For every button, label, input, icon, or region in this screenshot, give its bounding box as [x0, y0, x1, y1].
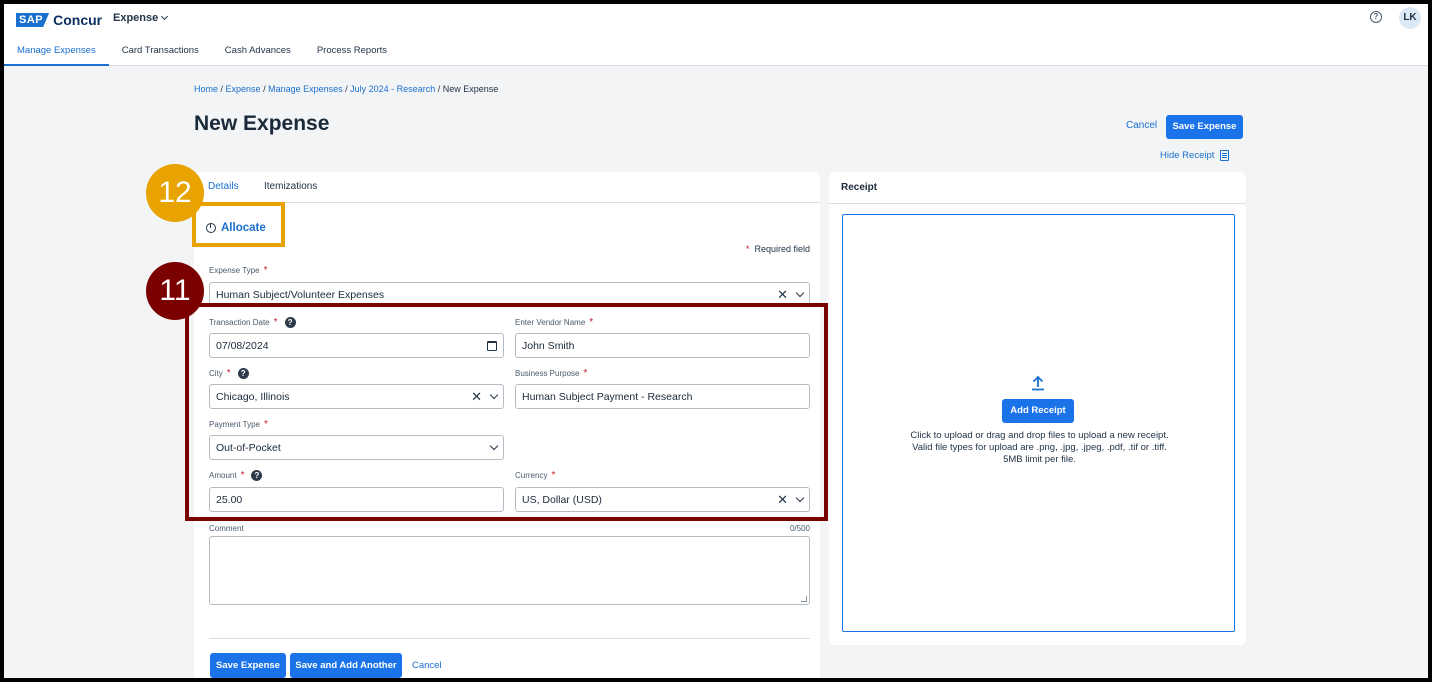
- save-and-add-another-button[interactable]: Save and Add Another: [290, 653, 402, 678]
- expense-type-label: Expense Type *: [209, 265, 268, 276]
- breadcrumb: Home / Expense / Manage Expenses / July …: [194, 84, 499, 94]
- hide-receipt-label: Hide Receipt: [1160, 150, 1215, 161]
- page-title: New Expense: [194, 112, 330, 135]
- top-bar: SAP Concur Expense ? LK Manage Expenses …: [4, 4, 1428, 66]
- app-window: SAP Concur Expense ? LK Manage Expenses …: [4, 4, 1428, 678]
- concur-logo[interactable]: SAP Concur: [16, 12, 102, 28]
- breadcrumb-home[interactable]: Home: [194, 84, 218, 94]
- add-receipt-button[interactable]: Add Receipt: [1002, 399, 1074, 423]
- save-expense-button-bottom[interactable]: Save Expense: [210, 653, 286, 678]
- receipt-dropzone[interactable]: Add Receipt Click to upload or drag and …: [842, 214, 1235, 632]
- nav-cash-advances[interactable]: Cash Advances: [212, 42, 304, 66]
- required-field-note: * Required field: [745, 244, 810, 254]
- breadcrumb-manage-expenses[interactable]: Manage Expenses: [268, 84, 343, 94]
- tab-bar: Details Itemizations: [194, 172, 820, 203]
- receipt-card: Receipt Add Receipt Click to upload or d…: [829, 172, 1246, 645]
- cancel-link[interactable]: Cancel: [1126, 120, 1157, 131]
- callout-number-12: 12: [146, 164, 204, 222]
- upload-instructions: Click to upload or drag and drop files t…: [910, 430, 1169, 465]
- resize-handle-icon[interactable]: [801, 596, 807, 602]
- callout-highlight-fields: [185, 303, 828, 521]
- comment-label: Comment: [209, 524, 244, 533]
- help-icon[interactable]: ?: [1370, 11, 1382, 23]
- sap-logo: SAP: [16, 13, 50, 27]
- main-nav: Manage Expenses Card Transactions Cash A…: [4, 42, 400, 66]
- chevron-down-icon: [161, 12, 169, 21]
- tab-itemizations[interactable]: Itemizations: [264, 181, 317, 192]
- receipt-icon: [1220, 150, 1230, 161]
- chevron-down-icon[interactable]: [795, 288, 805, 298]
- hide-receipt-link[interactable]: Hide Receipt: [1160, 150, 1230, 161]
- app-switcher[interactable]: Expense: [113, 12, 169, 24]
- user-avatar[interactable]: LK: [1399, 7, 1421, 29]
- clear-icon[interactable]: ✕: [777, 288, 788, 301]
- nav-process-reports[interactable]: Process Reports: [304, 42, 400, 66]
- tab-details[interactable]: Details: [208, 181, 239, 192]
- comment-textarea[interactable]: [209, 536, 810, 605]
- breadcrumb-expense[interactable]: Expense: [226, 84, 261, 94]
- breadcrumb-report[interactable]: July 2024 - Research: [350, 84, 435, 94]
- divider: [209, 638, 810, 639]
- nav-card-transactions[interactable]: Card Transactions: [109, 42, 212, 66]
- breadcrumb-current: New Expense: [442, 84, 499, 94]
- upload-icon: [1032, 375, 1044, 391]
- callout-highlight-allocate: [192, 202, 285, 247]
- receipt-title: Receipt: [841, 182, 878, 193]
- comment-counter: 0/500: [789, 524, 810, 533]
- nav-manage-expenses[interactable]: Manage Expenses: [4, 42, 109, 66]
- save-expense-button[interactable]: Save Expense: [1166, 115, 1243, 139]
- cancel-link-bottom[interactable]: Cancel: [412, 660, 442, 671]
- callout-number-11: 11: [146, 262, 204, 320]
- app-switcher-label: Expense: [113, 12, 159, 24]
- divider: [829, 203, 1246, 204]
- concur-wordmark: Concur: [53, 12, 103, 28]
